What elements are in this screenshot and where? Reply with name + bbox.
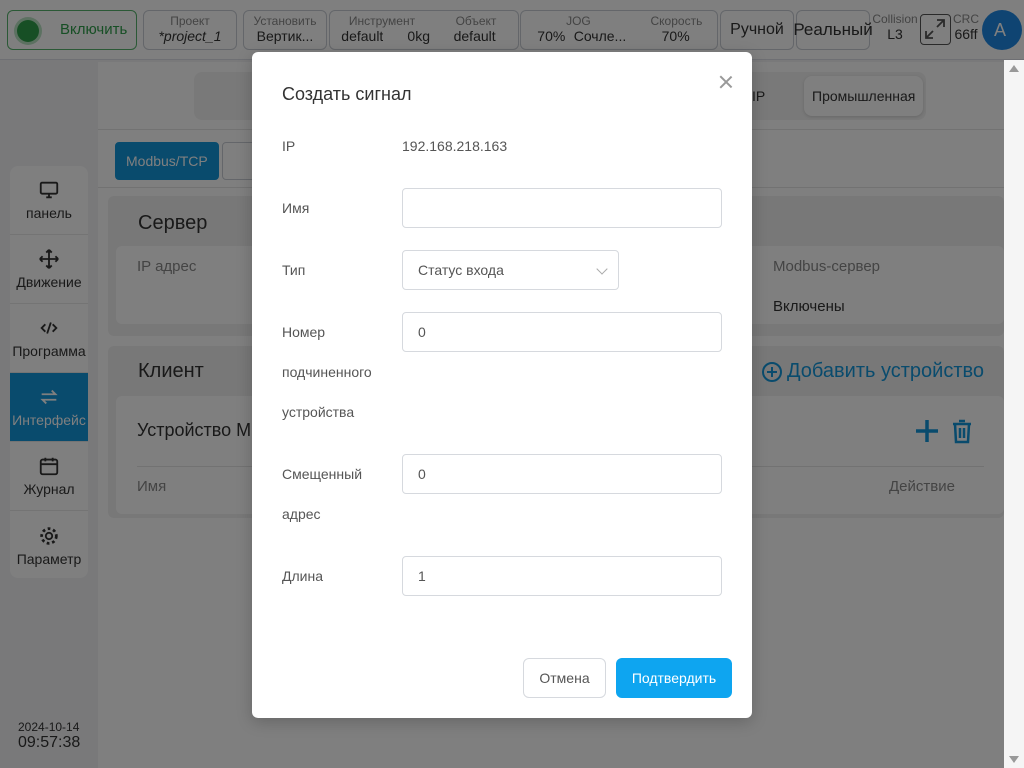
- scroll-down-icon[interactable]: [1009, 756, 1019, 763]
- slave-number-label-line: Номер: [282, 324, 326, 340]
- offset-address-input[interactable]: [402, 454, 722, 494]
- offset-address-label-line: адрес: [282, 506, 321, 522]
- confirm-button[interactable]: Подтвердить: [616, 658, 732, 698]
- close-icon[interactable]: [718, 74, 734, 90]
- cancel-button[interactable]: Отмена: [523, 658, 606, 698]
- create-signal-dialog: Создать сигнал IP 192.168.218.163 Имя Ти…: [252, 52, 752, 718]
- scroll-up-icon[interactable]: [1009, 65, 1019, 72]
- type-label: Тип: [282, 262, 306, 278]
- length-input[interactable]: [402, 556, 722, 596]
- type-select[interactable]: Статус входа: [402, 250, 619, 290]
- scrollbar[interactable]: [1004, 60, 1024, 768]
- offset-address-label: Смещенный адрес: [282, 454, 382, 534]
- length-label: Длина: [282, 568, 323, 584]
- slave-number-input[interactable]: [402, 312, 722, 352]
- name-label: Имя: [282, 200, 310, 216]
- slave-number-label-line: подчиненного: [282, 364, 372, 380]
- ip-label: IP: [282, 138, 296, 154]
- name-input[interactable]: [402, 188, 722, 228]
- dialog-title: Создать сигнал: [282, 84, 412, 104]
- offset-address-label-line: Смещенный: [282, 466, 363, 482]
- slave-number-label-line: устройства: [282, 404, 355, 420]
- slave-number-label: Номер подчиненного устройства: [282, 312, 382, 432]
- type-select-value: Статус входа: [418, 262, 504, 278]
- ip-value: 192.168.218.163: [402, 138, 508, 154]
- chevron-down-icon: [596, 263, 608, 275]
